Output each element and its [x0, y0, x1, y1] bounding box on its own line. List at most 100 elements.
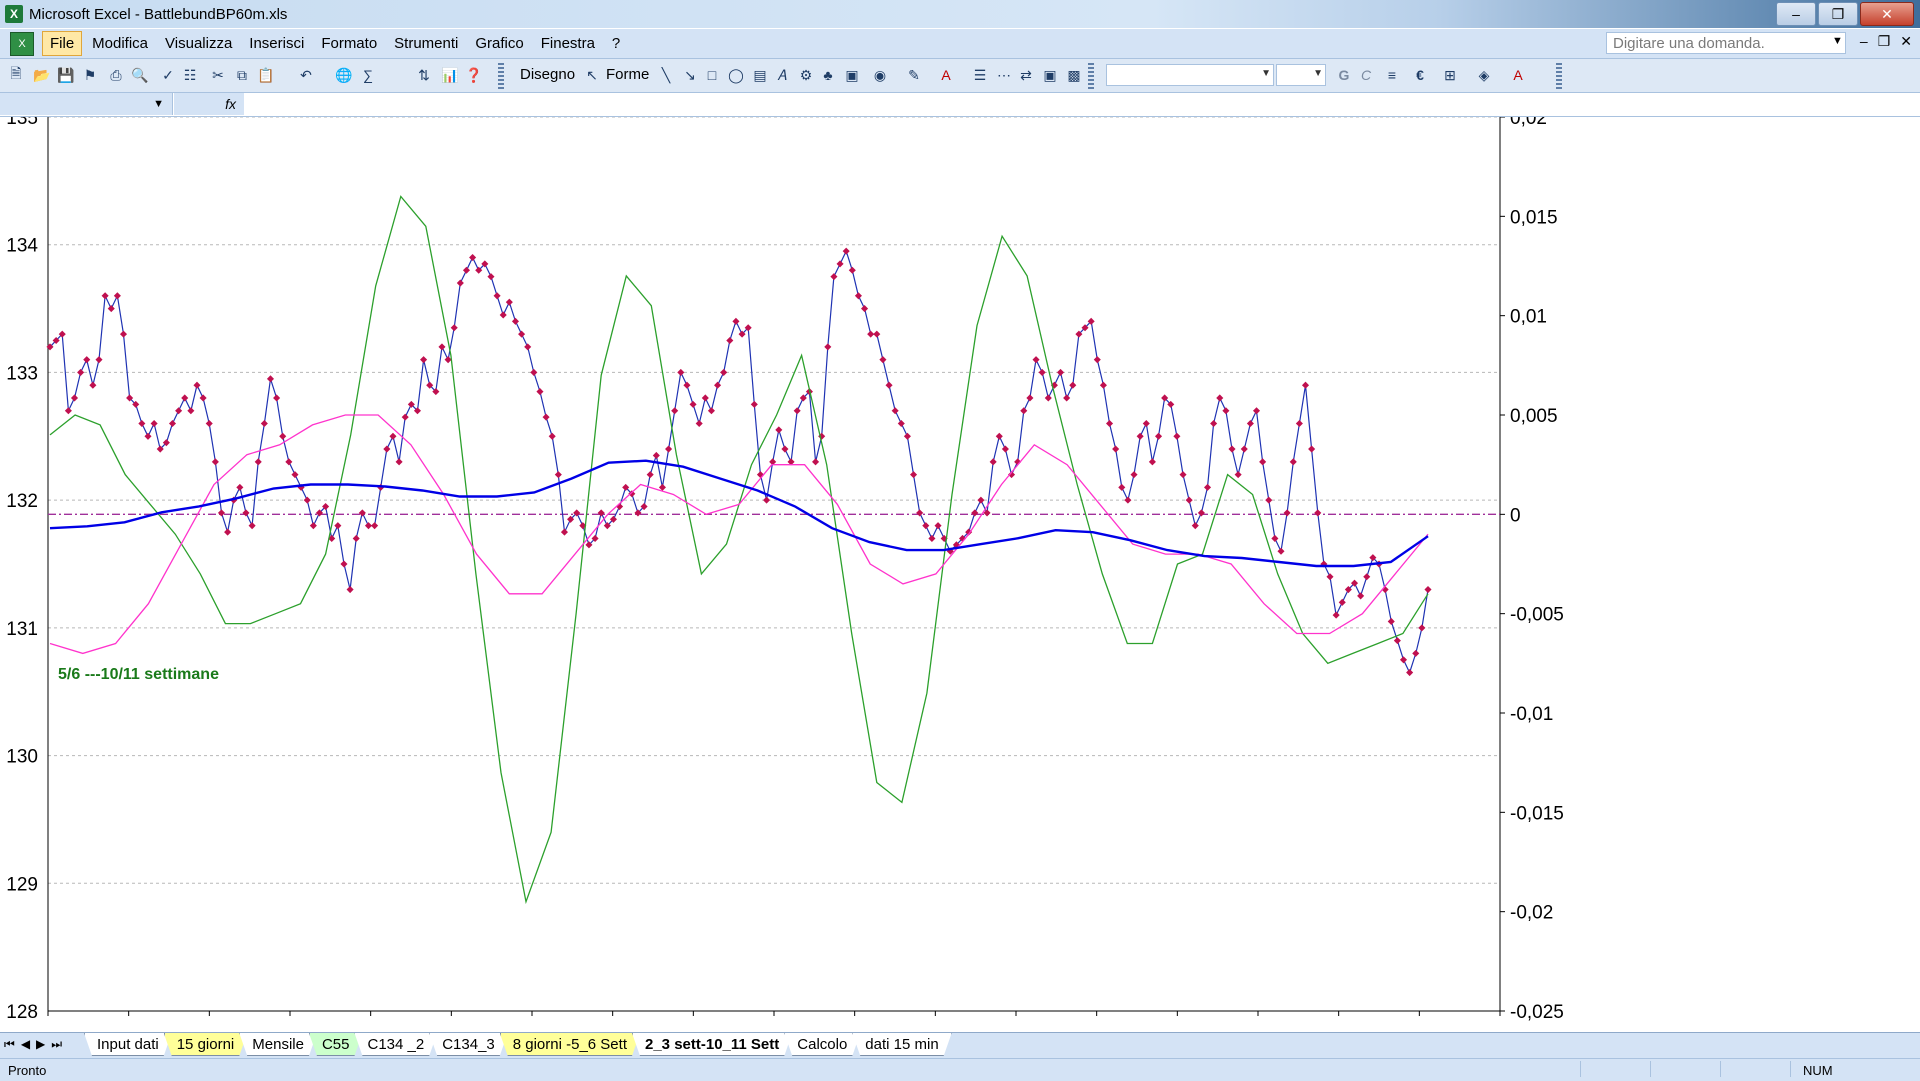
font-color-button[interactable]: A: [1508, 65, 1528, 85]
price-data-point: [511, 317, 519, 325]
doc-restore-button[interactable]: ❐: [1878, 33, 1891, 50]
permission-icon[interactable]: ⚑: [80, 65, 100, 85]
rectangle-icon[interactable]: □: [702, 65, 722, 85]
chart[interactable]: 128 129 130 131 132 133 134 135 -0,025 -0,02 -0,01…: [0, 117, 1920, 1031]
excel-icon[interactable]: X: [5, 5, 23, 23]
price-data-point: [1338, 598, 1346, 606]
prev-sheet-icon[interactable]: ◀: [21, 1037, 30, 1052]
restore-button[interactable]: ❐: [1818, 2, 1858, 26]
paste-icon[interactable]: 📋: [256, 65, 276, 85]
sheet-tab-mensile[interactable]: Mensile: [239, 1033, 317, 1056]
borders-icon[interactable]: ⊞: [1440, 65, 1460, 85]
chevron-down-icon[interactable]: ▼: [1832, 35, 1843, 47]
euro-button[interactable]: €: [1410, 65, 1430, 85]
arrow-icon[interactable]: ↘: [680, 65, 700, 85]
workbook-icon[interactable]: X: [10, 31, 34, 56]
toolbar-grip[interactable]: [498, 63, 504, 89]
menu-grafico[interactable]: Grafico: [468, 32, 530, 55]
copy-icon[interactable]: ⧉: [232, 65, 252, 85]
doc-close-button[interactable]: ✕: [1900, 33, 1912, 50]
bold-button[interactable]: G: [1334, 65, 1354, 85]
sheet-tab-c55[interactable]: C55: [309, 1033, 363, 1056]
next-sheet-icon[interactable]: ▶: [36, 1037, 45, 1052]
price-data-point: [1099, 381, 1107, 389]
sheet-tab-15-giorni[interactable]: 15 giorni: [164, 1033, 248, 1056]
sheet-tab-calcolo[interactable]: Calcolo: [784, 1033, 860, 1056]
wordart-icon[interactable]: 𝐴: [772, 65, 792, 85]
sheet-tab-8-giorni[interactable]: 8 giorni -5_6 Sett: [500, 1033, 640, 1056]
help-question-input[interactable]: Digitare una domanda.: [1606, 32, 1846, 54]
align-icon[interactable]: ≡: [1382, 65, 1402, 85]
font-name-combo[interactable]: ▼: [1106, 64, 1274, 86]
price-data-point: [1314, 509, 1322, 517]
price-data-point: [665, 445, 673, 453]
first-sheet-icon[interactable]: ⏮: [4, 1037, 15, 1052]
menu-file[interactable]: File: [42, 31, 83, 56]
close-button[interactable]: ✕: [1860, 2, 1914, 26]
right-tick-label: -0,015: [1510, 803, 1564, 824]
research-icon[interactable]: ☷: [180, 65, 200, 85]
print-icon[interactable]: ⎙: [106, 65, 126, 85]
hyperlink-icon[interactable]: 🌐: [334, 65, 354, 85]
menu-visualizza[interactable]: Visualizza: [158, 32, 239, 55]
last-sheet-icon[interactable]: ⏭: [51, 1037, 62, 1052]
dash-style-icon[interactable]: ⋯: [994, 65, 1014, 85]
fill-bucket-icon[interactable]: ◈: [1474, 65, 1494, 85]
fill-color-icon[interactable]: ◉: [870, 65, 890, 85]
save-icon[interactable]: 💾: [56, 65, 76, 85]
open-folder-icon[interactable]: 📂: [32, 65, 52, 85]
price-data-point: [1363, 573, 1371, 581]
sheet-tab-input-dati[interactable]: Input dati: [84, 1033, 172, 1056]
sheet-tab-2-3-sett[interactable]: 2_3 sett-10_11 Sett: [632, 1033, 792, 1056]
price-data-point: [683, 381, 691, 389]
price-data-point: [1399, 656, 1408, 664]
chart-wizard-icon[interactable]: 📊: [440, 65, 460, 85]
oval-icon[interactable]: ◯: [726, 65, 746, 85]
print-preview-icon[interactable]: 🔍: [130, 65, 150, 85]
menu-finestra[interactable]: Finestra: [534, 32, 602, 55]
new-document-icon[interactable]: 🗎: [6, 65, 26, 85]
price-data-point: [1191, 522, 1199, 530]
cut-icon[interactable]: ✂: [208, 65, 228, 85]
undo-icon[interactable]: ↶: [296, 65, 316, 85]
diagram-icon[interactable]: ⚙: [796, 65, 816, 85]
price-data-point: [1210, 419, 1218, 428]
toolbar-grip-3[interactable]: [1556, 63, 1562, 89]
sum-icon[interactable]: ∑: [358, 65, 378, 85]
shapes-menu[interactable]: Forme: [606, 66, 649, 83]
insert-function-button[interactable]: fx: [174, 93, 244, 115]
spelling-icon[interactable]: ✓: [158, 65, 178, 85]
menu-formato[interactable]: Formato: [314, 32, 384, 55]
arrow-style-icon[interactable]: ⇄: [1016, 65, 1036, 85]
textbox-icon[interactable]: ▤: [750, 65, 770, 85]
menu-modifica[interactable]: Modifica: [85, 32, 155, 55]
line-color-icon[interactable]: ✎: [904, 65, 924, 85]
select-objects-icon[interactable]: ↖: [582, 65, 602, 85]
picture-icon[interactable]: ▣: [842, 65, 862, 85]
price-data-point: [1044, 394, 1052, 402]
sheet-tab-c134-2[interactable]: C134 _2: [354, 1033, 437, 1056]
shadow-icon[interactable]: ▣: [1040, 65, 1060, 85]
font-size-combo[interactable]: ▼: [1276, 64, 1326, 86]
name-box[interactable]: ▼: [0, 93, 173, 115]
help-icon[interactable]: ❓: [464, 65, 484, 85]
drawing-menu[interactable]: Disegno: [520, 66, 575, 83]
toolbar-grip-2[interactable]: [1088, 63, 1094, 89]
chevron-down-icon[interactable]: ▼: [153, 98, 164, 110]
chart-area[interactable]: 128 129 130 131 132 133 134 135 -0,025 -0,02 -0,01…: [0, 117, 1920, 1031]
3d-icon[interactable]: ▩: [1064, 65, 1084, 85]
minimize-button[interactable]: –: [1776, 2, 1816, 26]
clipart-icon[interactable]: ♣: [818, 65, 838, 85]
italic-button[interactable]: C: [1356, 65, 1376, 85]
menu-inserisci[interactable]: Inserisci: [242, 32, 311, 55]
price-data-point: [1424, 586, 1432, 594]
sort-icon[interactable]: ⇅: [414, 65, 434, 85]
line-icon[interactable]: ╲: [656, 65, 676, 85]
font-color-icon[interactable]: A: [936, 65, 956, 85]
sheet-tab-dati-15-min[interactable]: dati 15 min: [852, 1033, 951, 1056]
sheet-tab-c134-3[interactable]: C134_3: [429, 1033, 508, 1056]
doc-minimize-button[interactable]: –: [1860, 33, 1868, 50]
line-style-icon[interactable]: ☰: [970, 65, 990, 85]
menu-strumenti[interactable]: Strumenti: [387, 32, 465, 55]
menu-help[interactable]: ?: [605, 32, 627, 55]
